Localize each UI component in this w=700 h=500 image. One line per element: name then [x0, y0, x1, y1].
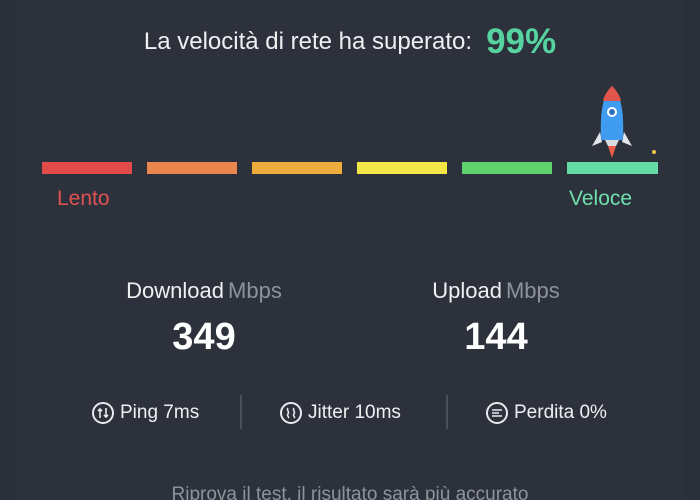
download-metric: Download Mbps 349 [84, 278, 324, 359]
packet-loss-stat: Perdita 0% [486, 399, 607, 427]
speed-scale [42, 162, 658, 174]
packet-loss-text: Perdita 0% [514, 402, 607, 423]
retry-hint[interactable]: Riprova il test, il risultato sarà più a… [0, 484, 700, 500]
rocket-icon [588, 84, 636, 160]
download-unit: Mbps [228, 278, 282, 303]
stats-divider [446, 395, 448, 429]
ping-text: Ping 7ms [120, 402, 200, 423]
scale-segment-2 [147, 162, 237, 174]
scale-segment-6 [567, 162, 658, 174]
upload-metric: Upload Mbps 144 [376, 278, 616, 359]
ping-stat: Ping 7ms [92, 399, 199, 427]
jitter-icon [280, 402, 302, 424]
percentile-value: 99% [486, 22, 557, 61]
scale-segment-4 [357, 162, 447, 174]
upload-label: Upload [432, 278, 502, 303]
jitter-stat: Jitter 10ms [280, 399, 401, 427]
scale-segment-5 [462, 162, 552, 174]
ping-icon [92, 402, 114, 424]
result-headline: La velocità di rete ha superato: 99% [0, 22, 700, 62]
stats-divider [240, 395, 242, 429]
upload-unit: Mbps [505, 278, 560, 303]
spark-dot [652, 150, 656, 154]
upload-value: 144 [464, 316, 528, 358]
scale-label-slow: Lento [57, 187, 110, 210]
connection-stats: Ping 7ms Jitter 10ms Perdita 0% [0, 395, 700, 431]
packet-loss-icon [486, 402, 508, 424]
download-label: Download [126, 278, 225, 303]
scale-segment-1 [42, 162, 132, 174]
scale-label-fast: Veloce [569, 187, 633, 210]
scale-segment-3 [252, 162, 342, 174]
download-value: 349 [172, 316, 236, 358]
headline-text: La velocità di rete ha superato: [143, 28, 473, 55]
jitter-text: Jitter 10ms [308, 402, 401, 423]
